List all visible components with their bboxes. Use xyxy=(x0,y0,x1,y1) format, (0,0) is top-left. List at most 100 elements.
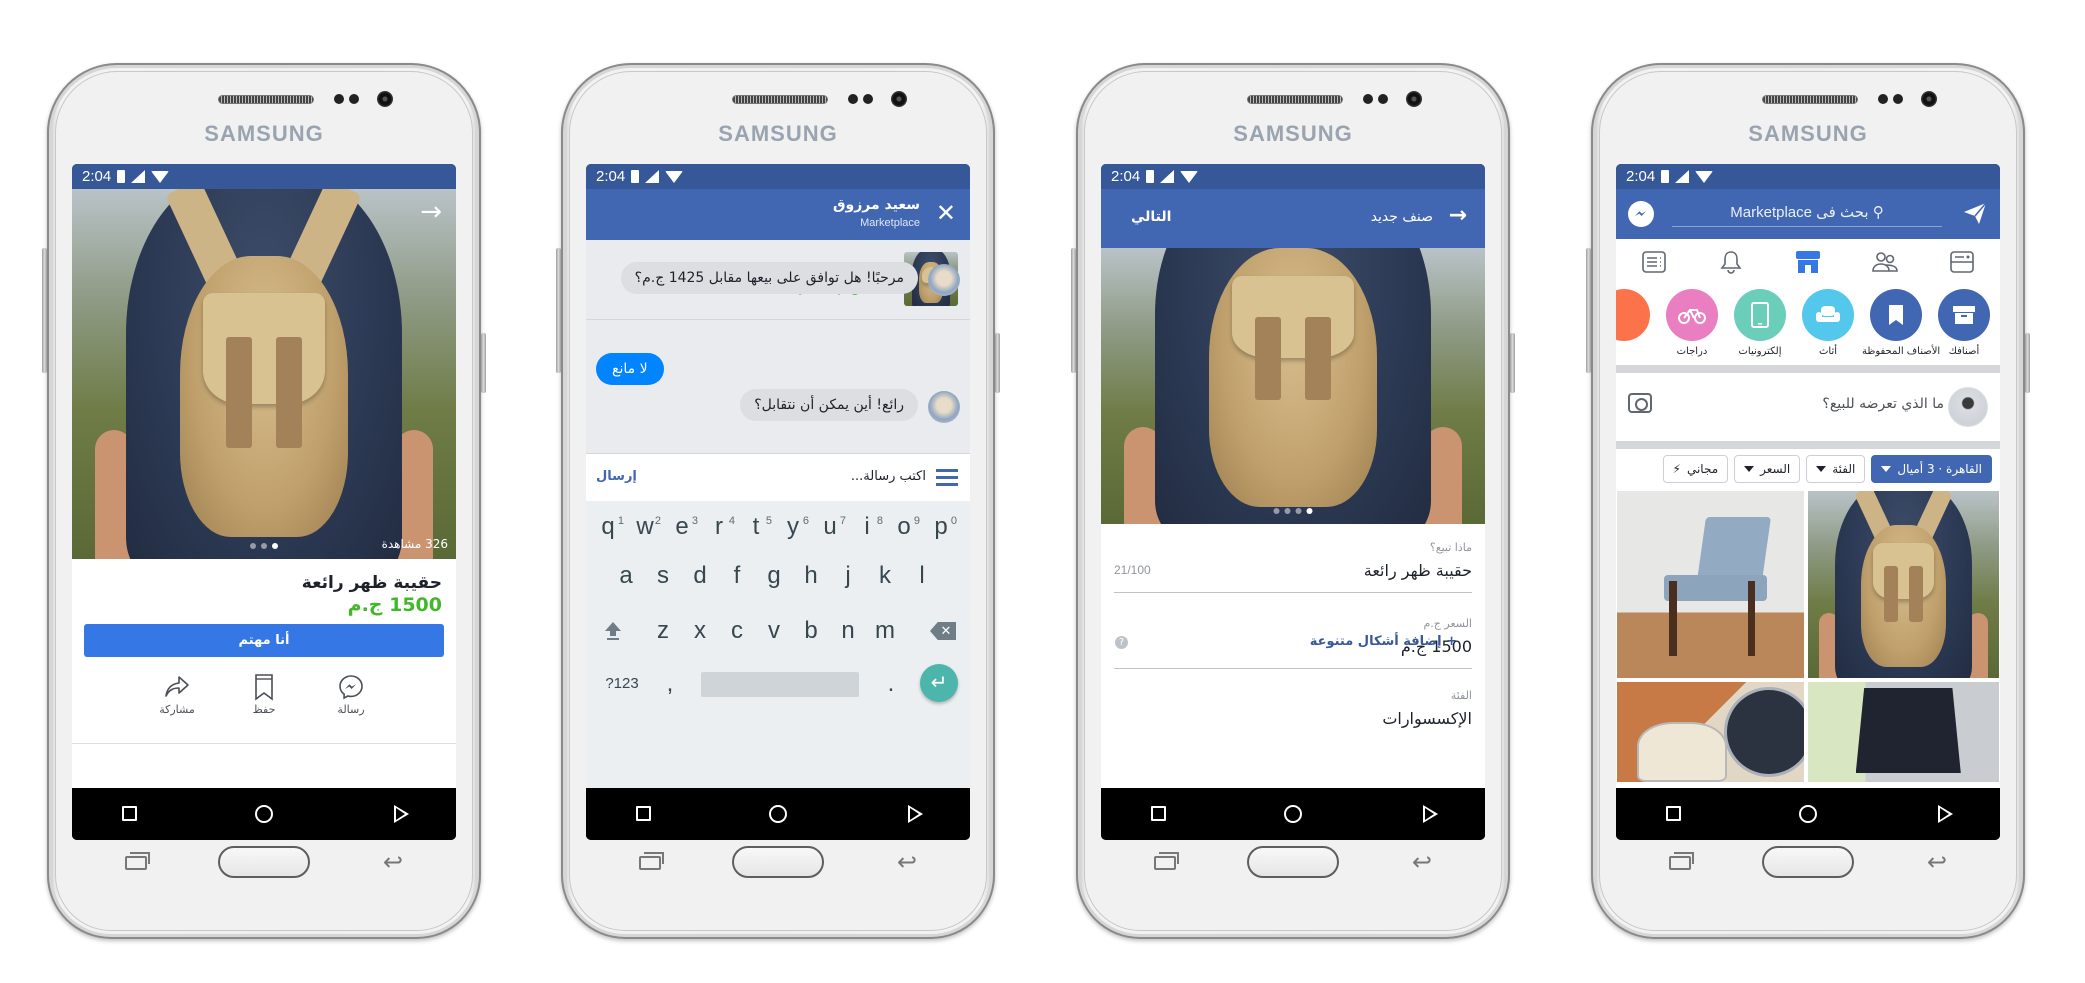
backspace-key[interactable]: ✕ xyxy=(930,622,956,640)
hardware-recents-icon[interactable] xyxy=(639,852,664,870)
add-variants-button[interactable]: + إضافة أشكال متنوعة xyxy=(1310,634,1457,649)
key-u[interactable]: u7 xyxy=(812,507,848,547)
key-j[interactable]: j xyxy=(830,556,866,596)
location-filter[interactable]: القاهرة · 3 أميال xyxy=(1871,455,1992,483)
pager-dot[interactable] xyxy=(272,543,278,549)
power-button[interactable] xyxy=(995,333,1000,393)
recents-nav-icon[interactable] xyxy=(122,806,137,821)
message-input[interactable]: اكتب رسالة... xyxy=(851,469,926,484)
category-field[interactable]: الفئة الإكسسوارات xyxy=(1114,689,1472,759)
pager-dot[interactable] xyxy=(250,543,256,549)
search-input[interactable]: ⚲ بحث فى Marketplace xyxy=(1672,201,1942,227)
key-d[interactable]: d xyxy=(682,556,718,596)
key-m[interactable]: m xyxy=(867,611,903,651)
back-nav-icon[interactable] xyxy=(394,805,409,823)
pager-dot[interactable] xyxy=(1295,508,1302,514)
key-g[interactable]: g xyxy=(756,556,792,596)
key-h[interactable]: h xyxy=(793,556,829,596)
hardware-back-icon[interactable]: ↩ xyxy=(897,850,917,874)
key-n[interactable]: n xyxy=(830,611,866,651)
photo-pager[interactable] xyxy=(250,543,278,549)
send-icon[interactable] xyxy=(1962,200,1988,226)
pager-dot[interactable] xyxy=(1306,508,1313,514)
listing-tile-lamp[interactable] xyxy=(1808,682,1999,782)
home-nav-icon[interactable] xyxy=(769,805,787,823)
key-e[interactable]: e3 xyxy=(664,507,700,547)
free-filter[interactable]: مجاني ⚡ xyxy=(1662,455,1729,483)
category-bicycle[interactable]: دراجات xyxy=(1658,289,1726,357)
key-y[interactable]: y6 xyxy=(775,507,811,547)
price-filter[interactable]: السعر xyxy=(1734,455,1801,483)
home-nav-icon[interactable] xyxy=(255,805,273,823)
pager-dot[interactable] xyxy=(1284,508,1291,514)
camera-icon[interactable] xyxy=(1628,393,1652,413)
hardware-home-button[interactable] xyxy=(1247,846,1339,878)
enter-key[interactable]: ↵ xyxy=(920,664,958,702)
close-icon[interactable]: ✕ xyxy=(936,199,956,227)
title-field[interactable]: ماذا تبيع؟ حقيبة ظهر رائعة 21/100 xyxy=(1114,541,1472,593)
hardware-back-icon[interactable]: ↩ xyxy=(1927,850,1947,874)
key-f[interactable]: f xyxy=(719,556,755,596)
key-a[interactable]: a xyxy=(608,556,644,596)
tab-feed[interactable] xyxy=(1637,247,1671,277)
space-key[interactable] xyxy=(701,672,859,697)
category-filter[interactable]: الفئة xyxy=(1806,455,1866,483)
shift-key[interactable] xyxy=(604,621,622,641)
key-c[interactable]: c xyxy=(719,611,755,651)
hardware-back-icon[interactable]: ↩ xyxy=(1412,850,1432,874)
key-r[interactable]: r4 xyxy=(701,507,737,547)
help-icon[interactable]: ? xyxy=(1115,636,1128,649)
sell-composer[interactable]: ما الذي تعرضه للبيع؟ xyxy=(1616,373,2000,441)
volume-button[interactable] xyxy=(556,248,561,373)
key-x[interactable]: x xyxy=(682,611,718,651)
pager-dot[interactable] xyxy=(1273,508,1280,514)
listing-tile-cookware[interactable] xyxy=(1617,682,1804,782)
listing-tile-armchair[interactable] xyxy=(1617,491,1804,678)
symbols-key[interactable]: ?123 xyxy=(600,664,644,704)
category-armchair[interactable]: أثاث xyxy=(1794,289,1862,357)
volume-button[interactable] xyxy=(1071,248,1076,373)
category-box[interactable]: أصنافك xyxy=(1930,289,1998,357)
listing-tile-backpack[interactable] xyxy=(1808,491,1999,678)
hardware-recents-icon[interactable] xyxy=(1669,852,1694,870)
back-nav-icon[interactable] xyxy=(1938,805,1953,823)
interested-button[interactable]: أنا مهتم xyxy=(84,624,444,657)
back-nav-icon[interactable] xyxy=(1423,805,1438,823)
message-action[interactable]: رسالة xyxy=(316,671,386,716)
hardware-home-button[interactable] xyxy=(1762,846,1854,878)
recents-nav-icon[interactable] xyxy=(1151,806,1166,821)
power-button[interactable] xyxy=(2025,333,2030,393)
key-b[interactable]: b xyxy=(793,611,829,651)
sell-prompt[interactable]: ما الذي تعرضه للبيع؟ xyxy=(1822,396,1944,412)
recents-nav-icon[interactable] xyxy=(636,806,651,821)
messenger-icon[interactable] xyxy=(1628,201,1654,227)
comma-key[interactable]: , xyxy=(652,664,688,704)
back-arrow-icon[interactable]: → xyxy=(1449,203,1467,228)
share-action[interactable]: مشاركة xyxy=(142,671,212,716)
hardware-recents-icon[interactable] xyxy=(125,852,150,870)
menu-icon[interactable] xyxy=(936,469,958,486)
key-s[interactable]: s xyxy=(645,556,681,596)
key-k[interactable]: k xyxy=(867,556,903,596)
category-phone[interactable]: إلكترونيات xyxy=(1726,289,1794,357)
power-button[interactable] xyxy=(1510,333,1515,393)
tab-menu[interactable] xyxy=(1945,247,1979,277)
key-t[interactable]: t5 xyxy=(738,507,774,547)
key-i[interactable]: i8 xyxy=(849,507,885,547)
key-w[interactable]: w2 xyxy=(627,507,663,547)
hardware-recents-icon[interactable] xyxy=(1154,852,1179,870)
home-nav-icon[interactable] xyxy=(1799,805,1817,823)
key-z[interactable]: z xyxy=(645,611,681,651)
hardware-back-icon[interactable]: ↩ xyxy=(383,850,403,874)
next-button[interactable]: التالي xyxy=(1131,209,1171,225)
period-key[interactable]: . xyxy=(873,664,909,704)
key-o[interactable]: o9 xyxy=(886,507,922,547)
hardware-home-button[interactable] xyxy=(218,846,310,878)
tab-friends[interactable] xyxy=(1868,247,1902,277)
volume-button[interactable] xyxy=(1586,248,1591,373)
home-nav-icon[interactable] xyxy=(1284,805,1302,823)
category-bookmark[interactable]: الأصناف المحفوظة xyxy=(1862,289,1940,357)
listing-photo[interactable] xyxy=(1101,248,1485,524)
listing-photo[interactable]: → 326 مشاهدة xyxy=(72,189,456,559)
volume-button[interactable] xyxy=(42,248,47,373)
